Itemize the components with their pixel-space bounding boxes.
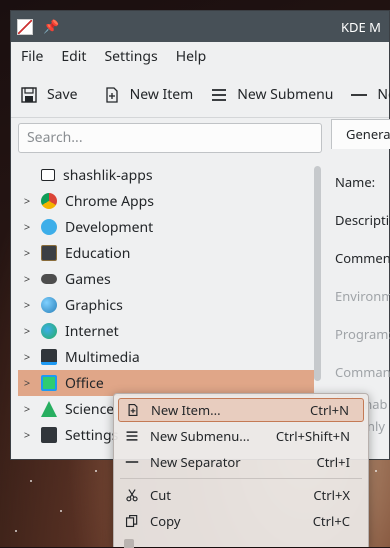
save-button[interactable]: Save [11,78,86,112]
tree-item-label: Games [65,269,111,289]
context-cut[interactable]: Cut Ctrl+X [118,483,364,507]
menu-settings[interactable]: Settings [95,42,166,72]
tree-item-shashlik-apps[interactable]: shashlik-apps [18,162,314,188]
window-title: KDE M [341,18,381,36]
search-input[interactable]: Search... [18,123,322,153]
pin-icon[interactable]: 📌 [43,17,59,35]
expand-arrow-icon[interactable]: > [21,298,33,313]
tree-item-label: Settings [65,425,119,445]
context-item-shortcut: Ctrl+C [312,512,350,530]
tree-item-label: Multimedia [65,347,140,367]
new-separator-label: New [377,85,390,104]
tree-item-label: Graphics [65,295,123,315]
save-icon [19,85,39,105]
new-separator-button[interactable]: New [341,78,390,112]
games-icon [41,274,57,284]
context-item-shortcut: Ctrl+N [310,401,349,419]
context-item-shortcut: Ctrl+I [316,453,350,471]
context-item-shortcut: Ctrl+X [313,486,350,504]
copy-icon [124,513,140,529]
menu-help[interactable]: Help [167,42,216,72]
context-new-submenu[interactable]: New Submenu... Ctrl+Shift+N [118,424,364,448]
tree-item-label: Internet [65,321,119,341]
context-copy[interactable]: Copy Ctrl+C [118,509,364,533]
multimedia-icon [41,349,57,365]
tree-item-internet[interactable]: > Internet [18,318,314,344]
context-item-label: New Submenu... [150,427,250,445]
tree-item-label: Chrome Apps [65,191,154,211]
context-item-label: Cut [150,486,171,504]
tree-item-multimedia[interactable]: > Multimedia [18,344,314,370]
expand-arrow-icon[interactable]: > [21,220,33,235]
comment-label: Commen [335,249,390,267]
title-bar[interactable]: 📌 KDE M [11,11,389,42]
tree-scrollbar[interactable] [314,166,321,381]
tab-general[interactable]: Genera [331,119,390,149]
name-label: Name: [335,173,376,191]
new-item-icon [125,402,141,418]
context-menu-separator [120,478,362,479]
program-label: Program: [335,325,390,343]
new-separator-icon [124,454,140,470]
expand-arrow-icon[interactable]: > [21,376,33,391]
folder-icon [41,169,55,181]
office-icon [41,375,57,391]
education-icon [41,245,57,261]
tree-item-graphics[interactable]: > Graphics [18,292,314,318]
new-submenu-icon [209,85,229,105]
new-submenu-icon [124,428,140,444]
development-icon [41,219,57,235]
tree-item-development[interactable]: > Development [18,214,314,240]
expand-arrow-icon[interactable]: > [21,194,33,209]
command-label: Comman [335,363,390,381]
cut-icon [124,487,140,503]
new-item-label: New Item [129,85,194,104]
tree-item-label: Office [65,373,104,393]
tree-item-education[interactable]: > Education [18,240,314,266]
tree-item-label: shashlik-apps [63,165,153,185]
new-separator-icon [349,85,369,105]
tree-item-label: Development [65,217,154,237]
expand-arrow-icon[interactable]: > [21,428,33,443]
tree-item-label: Education [65,243,131,263]
context-menu: New Item... Ctrl+N New Submenu... Ctrl+S… [113,393,369,548]
expand-arrow-icon[interactable]: > [21,246,33,261]
expand-arrow-icon[interactable]: > [21,350,33,365]
new-submenu-button[interactable]: New Submenu [201,78,341,112]
menu-bar: File Edit Settings Help [11,42,389,72]
tree-item-chrome-apps[interactable]: > Chrome Apps [18,188,314,214]
menu-file[interactable]: File [12,42,52,72]
context-new-separator[interactable]: New Separator Ctrl+I [118,450,364,474]
expand-arrow-icon[interactable]: > [21,324,33,339]
only-label: nly [367,417,386,435]
context-item-label: New Item... [151,401,221,419]
expand-arrow-icon[interactable]: > [21,272,33,287]
menu-edit[interactable]: Edit [52,42,95,72]
expand-arrow-icon[interactable]: > [21,402,33,417]
context-item-label: New Separator [150,453,241,471]
context-new-item[interactable]: New Item... Ctrl+N [118,398,364,422]
environment-label: Environm [335,287,390,305]
new-item-button[interactable]: New Item [94,78,202,112]
app-icon[interactable] [17,19,33,35]
science-icon [41,401,57,417]
context-item-shortcut: Ctrl+Shift+N [275,427,350,445]
toolbar: Save New Item New Submenu New [11,72,390,118]
context-item-label: Copy [150,512,181,530]
save-label: Save [47,85,78,104]
new-submenu-label: New Submenu [237,85,334,104]
new-item-icon [102,85,122,105]
graphics-icon [41,297,57,313]
tree-item-games[interactable]: > Games [18,266,314,292]
settings-icon [41,427,57,443]
chrome-icon [41,193,57,209]
description-label: Descriptio [335,211,390,229]
internet-icon [41,323,57,339]
